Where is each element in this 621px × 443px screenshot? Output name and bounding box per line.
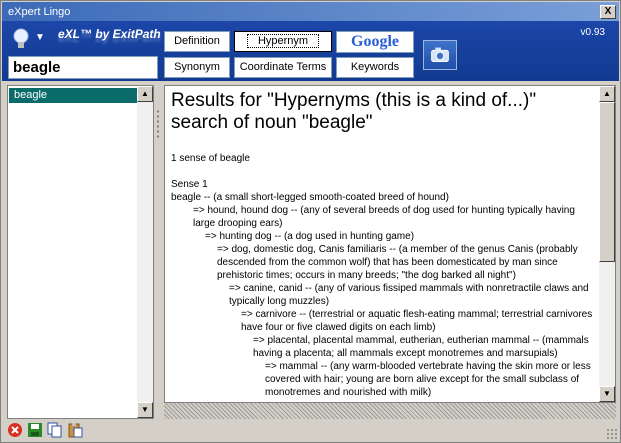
result-line: => hound, hound dog -- (any of several b… — [193, 205, 575, 229]
search-input[interactable]: beagle — [8, 56, 158, 79]
paste-icon[interactable] — [67, 422, 83, 438]
bottom-toolbar — [7, 422, 83, 440]
camera-icon — [431, 47, 449, 62]
results-scrollbar[interactable]: ▲ ▼ — [599, 86, 615, 402]
save-icon[interactable] — [27, 422, 43, 438]
list-item-beagle[interactable]: beagle — [9, 88, 138, 103]
results-content: Results for "Hypernyms (this is a kind o… — [171, 90, 596, 400]
results-title: Results for "Hypernyms (this is a kind o… — [171, 90, 537, 133]
results-pane: Results for "Hypernyms (this is a kind o… — [164, 85, 616, 403]
version-label: v0.93 — [580, 27, 605, 38]
google-search-button[interactable]: Google — [336, 31, 414, 53]
word-list-scrollbar[interactable]: ▲ ▼ — [137, 86, 153, 418]
results-hscroll[interactable] — [164, 403, 616, 419]
result-line: => mammal -- (any warm-blooded vertebrat… — [265, 361, 591, 398]
result-line: => dog, domestic dog, Canis familiaris -… — [217, 244, 578, 281]
synonym-button[interactable]: Synonym — [164, 57, 230, 78]
scroll-down-icon[interactable]: ▼ — [137, 402, 153, 418]
google-label: Google — [351, 33, 399, 50]
scroll-thumb[interactable] — [599, 102, 615, 262]
scroll-up-icon[interactable]: ▲ — [599, 86, 615, 102]
sense-count: 1 sense of beagle — [171, 153, 250, 164]
result-line: beagle -- (a small short-legged smooth-c… — [171, 192, 449, 203]
scroll-down-icon[interactable]: ▼ — [599, 386, 615, 402]
keywords-button[interactable]: Keywords — [336, 57, 414, 78]
result-line: => placental, placental mammal, eutheria… — [253, 335, 589, 359]
screenshot-button[interactable] — [423, 40, 457, 70]
copy-icon[interactable] — [47, 422, 63, 438]
resize-grip[interactable] — [606, 428, 618, 440]
coordinate-terms-button[interactable]: Coordinate Terms — [234, 57, 332, 78]
window-title: eXpert Lingo — [8, 5, 71, 18]
close-button[interactable]: X — [600, 4, 616, 19]
title-bar[interactable]: eXpert Lingo X — [2, 2, 619, 21]
app-logo: eXL™ by ExitPath — [58, 27, 161, 41]
definition-button[interactable]: Definition — [164, 31, 230, 52]
result-line: => hunting dog -- (a dog used in hunting… — [205, 231, 415, 242]
scroll-up-icon[interactable]: ▲ — [137, 86, 153, 102]
hypernym-button-label: Hypernym — [246, 34, 320, 48]
delete-icon[interactable] — [7, 422, 23, 438]
lightbulb-icon[interactable] — [12, 27, 30, 51]
result-line: => carnivore -- (terrestrial or aquatic … — [241, 309, 593, 333]
menu-dropdown-icon[interactable]: ▼ — [35, 32, 45, 43]
result-line: => canine, canid -- (any of various fiss… — [229, 283, 589, 307]
app-window: eXpert Lingo X ▼ eXL™ by ExitPath v0.93 … — [0, 0, 621, 443]
word-list[interactable]: beagle ▲ ▼ — [7, 85, 154, 419]
sense-label: Sense 1 — [171, 179, 208, 190]
header-bar: ▼ eXL™ by ExitPath v0.93 beagle Definiti… — [2, 21, 619, 81]
pane-splitter[interactable] — [156, 109, 160, 139]
hypernym-button[interactable]: Hypernym — [234, 31, 332, 52]
